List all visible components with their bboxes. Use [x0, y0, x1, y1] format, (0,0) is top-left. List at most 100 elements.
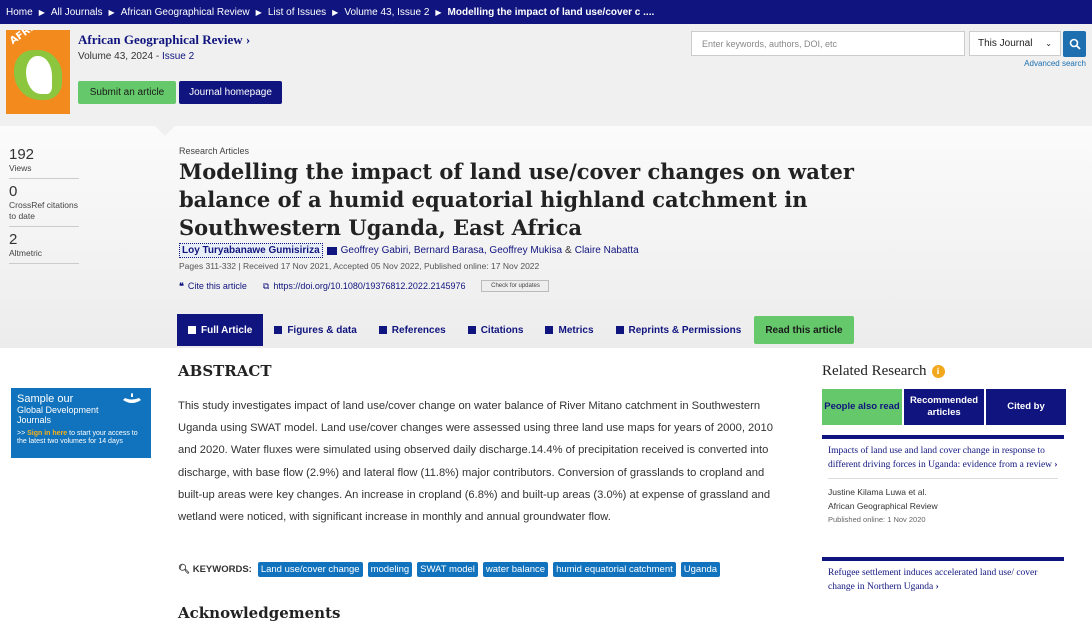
related-article-title-text: Refugee settlement induces accelerated l… — [828, 568, 1038, 592]
breadcrumb-separator-icon: ▶ — [332, 7, 339, 17]
keywords: 🔍︎ KEYWORDS: Land use/cover change model… — [178, 562, 725, 577]
tab-label: Citations — [480, 324, 524, 336]
header-pointer — [155, 126, 175, 136]
related-article-author: Justine Kilama Luwa et al. — [828, 487, 927, 497]
bar-chart-icon — [545, 326, 554, 334]
doi-link[interactable]: ⧉ https://doi.org/10.1080/19376812.2022.2… — [263, 281, 466, 292]
related-article-journal: African Geographical Review — [828, 501, 938, 511]
issue-link[interactable]: Issue 2 — [162, 51, 194, 62]
journal-homepage-button[interactable]: Journal homepage — [179, 81, 282, 104]
keyword-tag[interactable]: humid equatorial catchment — [553, 562, 676, 577]
metric-value: 2 — [9, 231, 18, 248]
tab-label: References — [391, 324, 446, 336]
article-title: Modelling the impact of land use/cover c… — [179, 159, 854, 240]
doi-text: https://doi.org/10.1080/19376812.2022.21… — [273, 280, 466, 291]
keyword-tag[interactable]: modeling — [367, 562, 413, 577]
promo-line2: Global Development — [17, 405, 99, 415]
related-article-title-text: Impacts of land use and land cover chang… — [828, 446, 1053, 470]
metric-label: CrossRef citations to date — [9, 200, 78, 221]
related-research-title: Related Research — [822, 363, 927, 379]
author-ampersand: & — [565, 245, 572, 256]
related-article-title[interactable]: Impacts of land use and land cover chang… — [822, 439, 1064, 478]
related-article-title[interactable]: Refugee settlement induces accelerated l… — [822, 561, 1064, 600]
author-link[interactable]: Loy Turyabanawe Gumisiriza — [179, 243, 323, 258]
breadcrumb-all-journals[interactable]: All Journals — [51, 7, 103, 18]
read-this-article-button[interactable]: Read this article — [754, 316, 854, 344]
keyword-tag[interactable]: water balance — [482, 562, 549, 577]
tab-metrics[interactable]: Metrics — [534, 314, 604, 346]
journal-cover-image[interactable]: AFRICAN — [6, 30, 70, 114]
journal-title[interactable]: African Geographical Review › — [78, 32, 250, 48]
image-icon — [274, 326, 283, 334]
keyword-tag[interactable]: Land use/cover change — [257, 562, 363, 577]
submit-article-button[interactable]: Submit an article — [78, 81, 176, 104]
breadcrumb-separator-icon: ▶ — [435, 7, 442, 17]
article-type: Research Articles — [179, 146, 250, 156]
article-links: ❝ Cite this article ⧉ https://doi.org/10.1… — [179, 280, 550, 292]
cite-article-link[interactable]: ❝ Cite this article — [179, 281, 247, 292]
external-link-icon: ⧉ — [262, 280, 270, 291]
chevron-right-icon: › — [935, 581, 939, 592]
tab-figures-data[interactable]: Figures & data — [263, 314, 367, 346]
author-list: Loy Turyabanawe Gumisiriza Geoffrey Gabi… — [179, 243, 639, 258]
document-icon — [188, 326, 196, 334]
keyword-tag[interactable]: Uganda — [680, 562, 721, 577]
breadcrumb-list-of-issues[interactable]: List of Issues — [268, 7, 326, 18]
search-input[interactable]: Enter keywords, authors, DOI, etc — [691, 31, 965, 56]
quote-icon — [467, 326, 476, 334]
lamp-icon — [123, 393, 141, 403]
search-button[interactable] — [1063, 31, 1086, 57]
tab-recommended-articles[interactable]: Recommended articles — [904, 389, 984, 425]
tab-cited-by[interactable]: Cited by — [986, 389, 1066, 425]
search-scope-value: This Journal — [978, 38, 1033, 49]
promo-banner[interactable]: Sample our Global Development Journals >… — [11, 388, 151, 458]
book-icon — [378, 326, 387, 334]
volume-text: Volume 43, 2024 - — [78, 51, 162, 62]
promo-small-text: >> Sign in here to start your access to … — [17, 430, 145, 446]
keyword-tag[interactable]: SWAT model — [417, 562, 478, 577]
search-icon: 🔍︎ — [178, 564, 191, 575]
abstract-heading: ABSTRACT — [178, 362, 272, 380]
breadcrumb: Home ▶ All Journals ▶ African Geographic… — [0, 0, 1092, 24]
breadcrumb-journal[interactable]: African Geographical Review — [121, 7, 250, 18]
check-for-updates-badge[interactable]: Check for updates — [481, 280, 550, 292]
breadcrumb-separator-icon: ▶ — [255, 7, 262, 17]
metric-value: 0 — [9, 183, 18, 200]
acknowledgements-heading: Acknowledgements — [178, 604, 341, 622]
breadcrumb-issue[interactable]: Volume 43, Issue 2 — [344, 7, 429, 18]
related-article[interactable]: Impacts of land use and land cover chang… — [822, 435, 1064, 527]
advanced-search-link[interactable]: Advanced search — [1024, 59, 1086, 68]
journal-volume: Volume 43, 2024 - Issue 2 — [78, 51, 194, 62]
info-icon[interactable]: i — [931, 365, 945, 378]
tab-people-also-read[interactable]: People also read — [822, 389, 902, 425]
print-icon — [615, 326, 624, 334]
metric-altmetric[interactable]: 2 Altmetric — [9, 231, 79, 264]
author-links[interactable]: Geoffrey Gabiri, Bernard Barasa, Geoffre… — [341, 245, 562, 256]
promo-chevrons: >> — [17, 430, 28, 437]
article-tabs: Full Article Figures & data References C… — [177, 314, 854, 346]
search-scope-select[interactable]: This Journal ⌄ — [969, 31, 1061, 56]
journal-title-text[interactable]: African Geographical Review — [78, 32, 243, 47]
tab-reprints-permissions[interactable]: Reprints & Permissions — [605, 314, 753, 346]
cover-word: AFRICAN — [8, 30, 55, 47]
tab-citations[interactable]: Citations — [457, 314, 535, 346]
metric-label: Altmetric — [9, 248, 43, 258]
metric-crossref: 0 CrossRef citations to date — [9, 183, 79, 227]
promo-line3: Journals — [17, 415, 52, 425]
metric-label: Views — [9, 163, 32, 173]
related-article[interactable]: Refugee settlement induces accelerated l… — [822, 557, 1064, 600]
breadcrumb-home[interactable]: Home — [6, 7, 33, 18]
tab-label: Figures & data — [287, 324, 357, 336]
related-article-published: Published online: 1 Nov 2020 — [828, 515, 926, 524]
journal-title-chevron-icon: › — [245, 32, 251, 47]
quote-icon: ❝ — [179, 280, 184, 291]
email-icon[interactable] — [326, 246, 337, 255]
author-link[interactable]: Claire Nabatta — [575, 245, 639, 256]
tab-full-article[interactable]: Full Article — [177, 314, 264, 346]
related-article-meta: Justine Kilama Luwa et al. African Geogr… — [828, 478, 1058, 527]
breadcrumb-separator-icon: ▶ — [38, 7, 45, 17]
article-metrics: 192 Views 0 CrossRef citations to date 2… — [9, 146, 79, 268]
tab-references[interactable]: References — [368, 314, 457, 346]
promo-sign-in-link[interactable]: Sign in here — [27, 430, 67, 437]
article-dates: Pages 311-332 | Received 17 Nov 2021, Ac… — [179, 261, 540, 271]
